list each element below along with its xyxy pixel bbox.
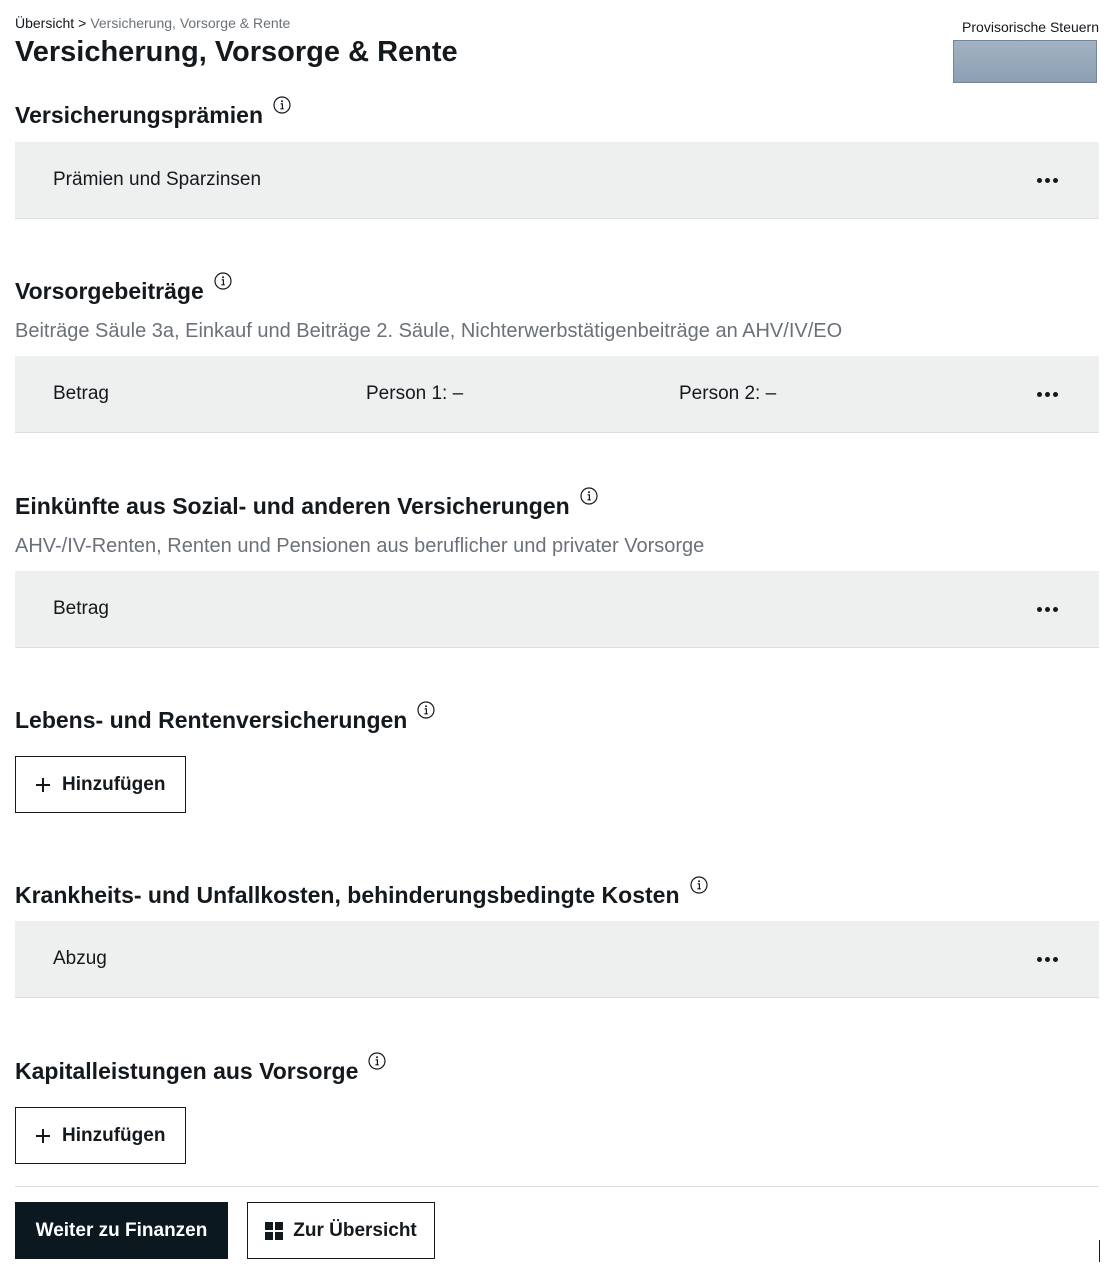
continue-button-label: Weiter zu Finanzen bbox=[35, 1219, 208, 1241]
row-krankheit[interactable]: Abzug bbox=[15, 921, 1099, 998]
more-dots-icon[interactable] bbox=[1035, 597, 1059, 621]
info-icon[interactable] bbox=[368, 1052, 386, 1070]
section-title-einkuenfte: Einkünfte aus Sozial- und anderen Versic… bbox=[15, 487, 598, 521]
section-title-krankheit: Krankheits- und Unfallkosten, behinderun… bbox=[15, 876, 708, 910]
add-button-label: Hinzufügen bbox=[62, 773, 166, 795]
row-label: Betrag bbox=[53, 598, 109, 619]
row-praemien[interactable]: Prämien und Sparzinsen bbox=[15, 142, 1099, 219]
overview-button-label: Zur Übersicht bbox=[293, 1219, 417, 1241]
section-title-lebens: Lebens- und Rentenversicherungen bbox=[15, 701, 435, 735]
plus-icon bbox=[34, 1127, 52, 1145]
add-capital-payment-button[interactable]: Hinzufügen bbox=[15, 1107, 186, 1164]
more-dots-icon[interactable] bbox=[1035, 168, 1059, 192]
info-icon[interactable] bbox=[273, 96, 291, 114]
provisional-taxes-value-box[interactable] bbox=[953, 40, 1097, 83]
text-cursor bbox=[1099, 1240, 1100, 1262]
page-title: Versicherung, Vorsorge & Rente bbox=[15, 36, 458, 68]
section-title-text: Vorsorgebeiträge bbox=[15, 278, 204, 304]
section-title-text: Krankheits- und Unfallkosten, behinderun… bbox=[15, 882, 680, 908]
add-button-label: Hinzufügen bbox=[62, 1124, 166, 1146]
to-overview-button[interactable]: Zur Übersicht bbox=[247, 1202, 435, 1259]
row-einkuenfte[interactable]: Betrag bbox=[15, 571, 1099, 648]
continue-to-finances-button[interactable]: Weiter zu Finanzen bbox=[15, 1202, 228, 1259]
grid-icon bbox=[265, 1221, 284, 1240]
footer-divider bbox=[15, 1186, 1099, 1187]
info-icon[interactable] bbox=[689, 876, 708, 894]
plus-icon bbox=[34, 776, 52, 794]
row-person2-value: Person 2: – bbox=[679, 383, 777, 404]
breadcrumb-home-link[interactable]: Übersicht bbox=[15, 15, 74, 31]
add-life-insurance-button[interactable]: Hinzufügen bbox=[15, 756, 186, 813]
provisional-taxes-label: Provisorische Steuern bbox=[962, 19, 1099, 35]
more-dots-icon[interactable] bbox=[1035, 947, 1059, 971]
more-dots-icon[interactable] bbox=[1035, 382, 1059, 406]
breadcrumb-separator: > bbox=[78, 15, 87, 31]
info-icon[interactable] bbox=[214, 272, 232, 290]
row-label: Abzug bbox=[53, 948, 107, 969]
section-title-text: Einkünfte aus Sozial- und anderen Versic… bbox=[15, 493, 570, 519]
breadcrumb-current: Versicherung, Vorsorge & Rente bbox=[90, 15, 291, 31]
row-vorsorge[interactable]: Betrag Person 1: – Person 2: – bbox=[15, 356, 1099, 433]
row-label: Prämien und Sparzinsen bbox=[53, 169, 262, 190]
section-title-text: Lebens- und Rentenversicherungen bbox=[15, 707, 408, 733]
breadcrumb: Übersicht > Versicherung, Vorsorge & Rente bbox=[15, 14, 290, 32]
row-label: Betrag bbox=[53, 383, 109, 404]
section-subtitle-vorsorge: Beiträge Säule 3a, Einkauf und Beiträge … bbox=[15, 320, 843, 342]
section-title-praemien: Versicherungsprämien bbox=[15, 96, 291, 130]
info-icon[interactable] bbox=[580, 487, 598, 505]
info-icon[interactable] bbox=[417, 701, 435, 719]
section-title-kapital: Kapitalleistungen aus Vorsorge bbox=[15, 1052, 386, 1086]
section-title-text: Versicherungsprämien bbox=[15, 102, 263, 128]
section-title-vorsorge: Vorsorgebeiträge bbox=[15, 272, 232, 306]
row-person1-value: Person 1: – bbox=[366, 383, 464, 404]
provisional-taxes: Provisorische Steuern bbox=[939, 18, 1099, 83]
section-subtitle-einkuenfte: AHV-/IV-Renten, Renten und Pensionen aus… bbox=[15, 535, 705, 557]
section-title-text: Kapitalleistungen aus Vorsorge bbox=[15, 1058, 359, 1084]
